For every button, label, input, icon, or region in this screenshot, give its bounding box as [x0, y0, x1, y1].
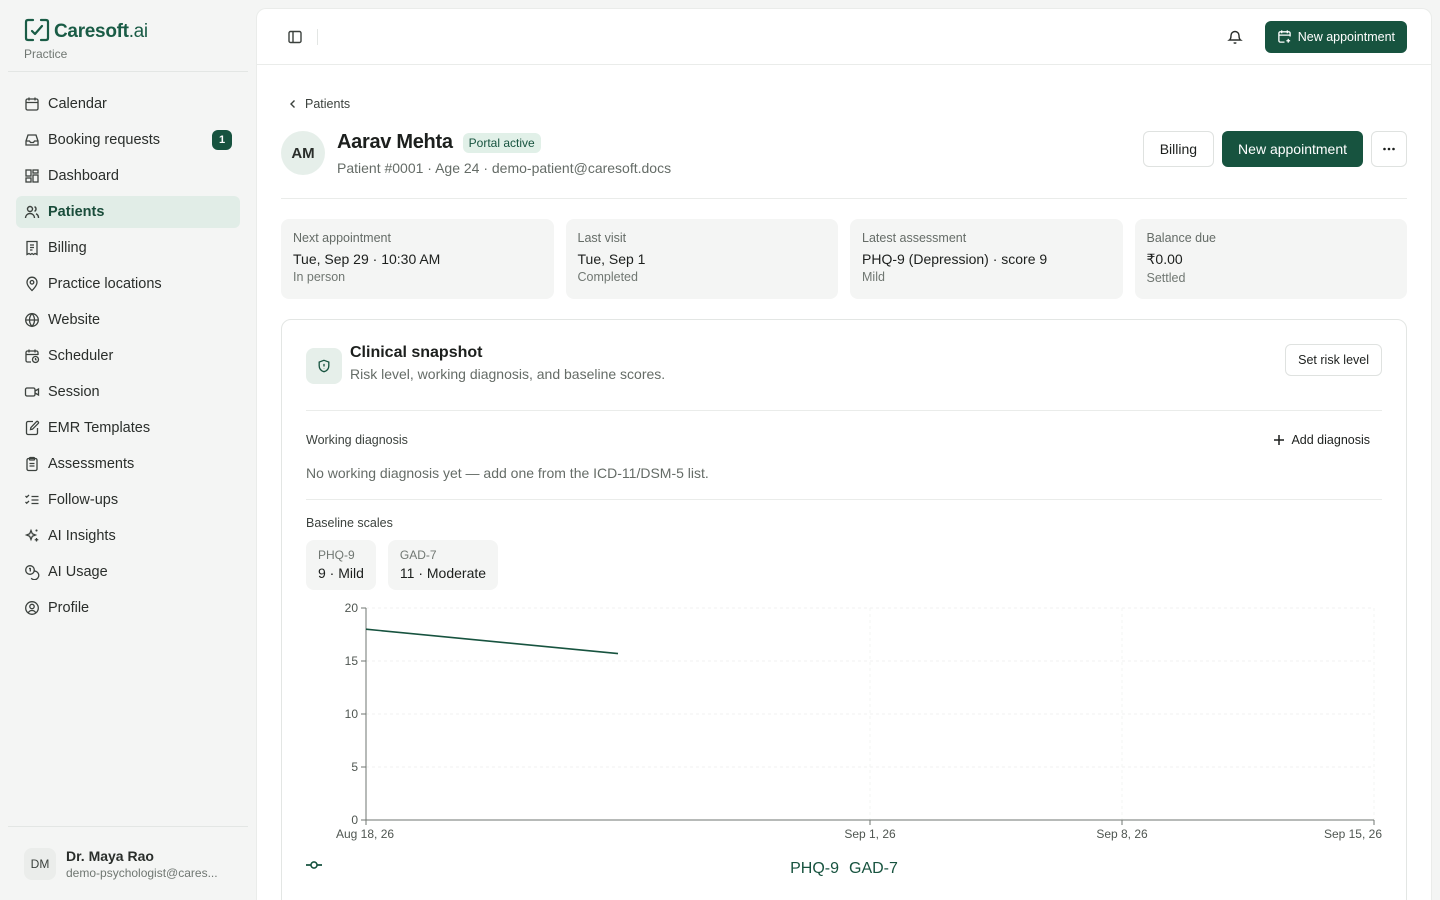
- brand: Caresoft.ai Practice: [8, 8, 248, 72]
- baseline-chart-svg: 0 5 10 15 20 Aug 18, 26 Sep 1, 26 Sep 8, 26 Sep …: [336, 601, 1382, 841]
- sidebar-item-practice-locations[interactable]: Practice locations: [16, 268, 240, 300]
- topbar-new-appointment-button[interactable]: New appointment: [1264, 20, 1407, 53]
- plus-icon: [1274, 435, 1285, 445]
- sidebar-item-dashboard[interactable]: Dashboard: [16, 160, 240, 192]
- add-diagnosis-button[interactable]: Add diagnosis: [1273, 433, 1370, 447]
- coins-icon: [24, 564, 40, 580]
- set-risk-level-button[interactable]: Set risk level: [1285, 344, 1382, 376]
- x-tick-label: Sep 1, 26: [844, 827, 896, 841]
- y-tick-label: 5: [351, 760, 358, 774]
- main-panel: New appointment Patients AM Aarav Mehta …: [256, 8, 1432, 900]
- baseline-chips: PHQ-9 9 · Mild GAD-7 11 · Moderate: [306, 540, 1382, 590]
- y-tick-label: 0: [351, 813, 358, 827]
- video-icon: [24, 384, 40, 400]
- diagnosis-empty-state: No working diagnosis yet — add one from …: [306, 465, 1382, 500]
- user-name: Dr. Maya Rao: [66, 847, 154, 864]
- baseline-chip-gad7: GAD-7 11 · Moderate: [387, 540, 499, 590]
- x-tick-label: Aug 18, 26: [336, 827, 394, 841]
- sidebar-item-session[interactable]: Session: [16, 376, 240, 408]
- sidebar-item-emr-templates[interactable]: EMR Templates: [16, 412, 240, 444]
- patient-meta: Patient #0001 · Age 24 · demo-patient@ca…: [337, 160, 672, 176]
- sidebar-item-ai-usage[interactable]: AI Usage: [16, 556, 240, 588]
- baseline-chart: 0 5 10 15 20 Aug 18, 26 Sep 1, 26 Sep 8, 26 Sep …: [306, 598, 1382, 888]
- sidebar-item-billing[interactable]: Billing: [16, 232, 240, 264]
- sparkles-icon: [24, 528, 40, 544]
- bell-icon: [1226, 30, 1243, 44]
- stat-next-appointment: Next appointment Tue, Sep 29 · 10:30 AM …: [281, 219, 554, 299]
- globe-icon: [24, 312, 40, 328]
- snapshot-title: Clinical snapshot: [350, 344, 483, 361]
- receipt-icon: [24, 240, 40, 256]
- users-icon: [24, 204, 40, 220]
- calendar-clock-icon: [24, 348, 40, 364]
- billing-button[interactable]: Billing: [1142, 131, 1215, 167]
- notifications-button[interactable]: [1221, 23, 1249, 51]
- user-menu[interactable]: DM Dr. Maya Rao demo-psychologist@cares.…: [8, 826, 248, 900]
- sidebar-item-profile[interactable]: Profile: [16, 592, 240, 624]
- legend-phq9[interactable]: PHQ-9: [306, 860, 839, 878]
- patient-avatar: AM: [281, 131, 325, 175]
- sidebar-toggle-button[interactable]: [281, 23, 309, 51]
- calendar-plus-icon: [1277, 30, 1291, 43]
- sidebar-item-patients[interactable]: Patients: [16, 196, 240, 228]
- baseline-scales-label: Baseline scales: [306, 516, 393, 530]
- sidebar-item-booking-requests[interactable]: Booking requests 1: [16, 124, 240, 156]
- sidebar-item-website[interactable]: Website: [16, 304, 240, 336]
- more-horizontal-icon: [1383, 147, 1395, 151]
- topbar-divider: [317, 28, 318, 45]
- sidebar-item-assessments[interactable]: Assessments: [16, 448, 240, 480]
- baseline-chip-phq9: PHQ-9 9 · Mild: [306, 540, 376, 590]
- new-appointment-button[interactable]: New appointment: [1222, 131, 1363, 167]
- sidebar-item-ai-insights[interactable]: AI Insights: [16, 520, 240, 552]
- user-circle-icon: [24, 600, 40, 616]
- clipboard-icon: [24, 456, 40, 472]
- user-avatar: DM: [24, 847, 56, 880]
- inbox-icon: [24, 132, 40, 148]
- stat-latest-assessment: Latest assessment PHQ-9 (Depression) · s…: [850, 219, 1123, 299]
- user-email: demo-psychologist@cares...: [66, 865, 218, 880]
- y-tick-label: 20: [345, 601, 359, 615]
- sidebar-nav: Calendar Booking requests 1 Dashboard Pa…: [8, 80, 248, 636]
- y-tick-label: 15: [345, 654, 359, 668]
- patient-header: AM Aarav Mehta Portal active Patient #00…: [281, 131, 1407, 199]
- legend-gad7[interactable]: GAD-7: [306, 860, 898, 878]
- summary-stats: Next appointment Tue, Sep 29 · 10:30 AM …: [281, 219, 1407, 299]
- calendar-icon: [24, 96, 40, 112]
- chevron-left-icon: [290, 100, 295, 108]
- topbar: New appointment: [257, 9, 1431, 65]
- more-actions-button[interactable]: [1371, 131, 1407, 167]
- sidebar-item-follow-ups[interactable]: Follow-ups: [16, 484, 240, 516]
- panel-left-icon: [288, 30, 302, 43]
- map-pin-icon: [24, 276, 40, 292]
- brand-name[interactable]: Caresoft.ai: [54, 21, 148, 43]
- breadcrumb-back-link[interactable]: Patients: [281, 97, 1407, 111]
- series-line-phq9: [365, 628, 619, 655]
- clinical-snapshot-card: Clinical snapshot Risk level, working di…: [281, 319, 1407, 900]
- portal-status-badge: Portal active: [462, 132, 541, 153]
- shield-icon: [306, 348, 342, 384]
- sidebar-item-scheduler[interactable]: Scheduler: [16, 340, 240, 372]
- legend-line-icon: [306, 861, 322, 869]
- y-tick-label: 10: [345, 707, 359, 721]
- stat-balance-due: Balance due ₹0.00 Settled: [1134, 219, 1407, 299]
- file-edit-icon: [24, 420, 40, 436]
- x-tick-label: Sep 8, 26: [1096, 827, 1148, 841]
- sidebar-item-calendar[interactable]: Calendar: [16, 88, 240, 120]
- chart-legend: PHQ-9 GAD-7: [306, 860, 1382, 878]
- booking-requests-badge: 1: [212, 130, 232, 150]
- working-diagnosis-label: Working diagnosis: [306, 433, 408, 447]
- snapshot-subtitle: Risk level, working diagnosis, and basel…: [350, 366, 666, 382]
- stat-last-visit: Last visit Tue, Sep 1 Completed: [565, 219, 838, 299]
- patient-name: Aarav Mehta: [337, 131, 453, 153]
- brand-subtitle: Practice: [24, 47, 68, 61]
- caresoft-logo-icon: [24, 18, 50, 45]
- sidebar: Caresoft.ai Practice Calendar Booking re…: [0, 0, 256, 900]
- list-checks-icon: [24, 492, 40, 508]
- x-tick-label: Sep 15, 26: [1324, 827, 1382, 841]
- dashboard-icon: [24, 168, 40, 184]
